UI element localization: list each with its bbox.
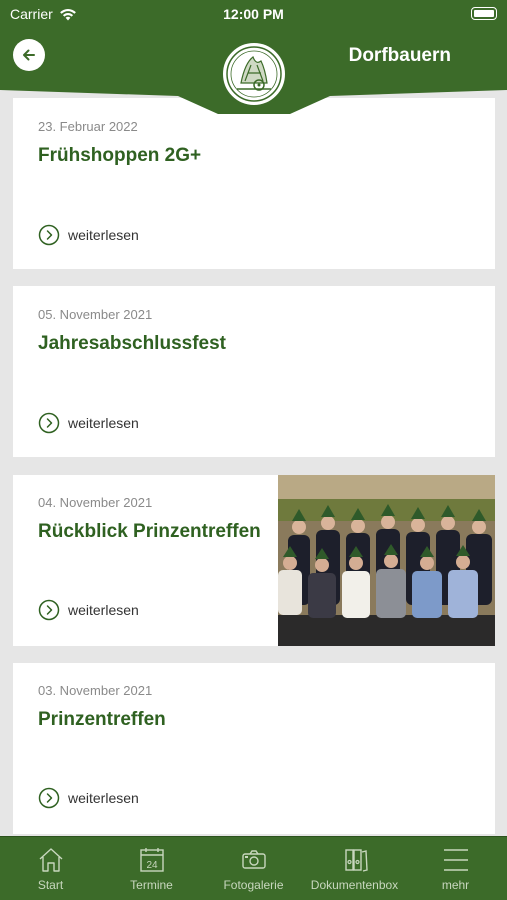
chevron-right-circle-icon: [38, 224, 60, 246]
tab-label: Dokumentenbox: [310, 878, 399, 892]
post-title[interactable]: Frühshoppen 2G+: [38, 145, 201, 167]
status-bar: Carrier 12:00 PM: [0, 0, 507, 28]
tab-start[interactable]: Start: [0, 837, 101, 900]
read-more-link[interactable]: weiterlesen: [38, 412, 139, 434]
arrow-left-icon: [23, 49, 35, 61]
bottom-tab-bar: Start 24 Termine Fotogalerie Dokumentenb…: [0, 836, 507, 900]
news-card[interactable]: 05. November 2021 Jahresabschlussfest we…: [13, 286, 495, 457]
chevron-right-circle-icon: [38, 599, 60, 621]
tab-label: Start: [37, 878, 64, 892]
logo-emblem: [226, 46, 282, 102]
read-more-link[interactable]: weiterlesen: [38, 787, 139, 809]
read-more-link[interactable]: weiterlesen: [38, 599, 139, 621]
menu-icon: [443, 849, 468, 871]
back-button[interactable]: [13, 39, 45, 71]
calendar-icon: 24: [139, 848, 164, 872]
tab-label: Termine: [130, 878, 173, 892]
club-logo: [220, 40, 288, 108]
clock: 12:00 PM: [223, 6, 284, 22]
read-more-link[interactable]: weiterlesen: [38, 224, 139, 246]
post-date: 04. November 2021: [38, 495, 153, 510]
tab-termine[interactable]: 24 Termine: [101, 837, 202, 900]
news-card[interactable]: 03. November 2021 Prinzentreffen weiterl…: [13, 663, 495, 834]
tab-label: Fotogalerie: [223, 878, 284, 892]
home-icon: [39, 848, 62, 872]
post-photo[interactable]: [278, 475, 495, 646]
read-more-label: weiterlesen: [68, 790, 139, 806]
chevron-right-circle-icon: [38, 787, 60, 809]
tab-mehr[interactable]: mehr: [405, 837, 506, 900]
tab-label: mehr: [441, 878, 470, 892]
page-title: Dorfbauern: [348, 45, 451, 66]
post-date: 23. Februar 2022: [38, 119, 138, 134]
post-date: 03. November 2021: [38, 683, 153, 698]
chevron-right-circle-icon: [38, 412, 60, 434]
post-title[interactable]: Rückblick Prinzentreffen: [38, 521, 261, 543]
news-card[interactable]: 23. Februar 2022 Frühshoppen 2G+ weiterl…: [13, 98, 495, 269]
calendar-day: 24: [146, 860, 158, 871]
news-card[interactable]: 04. November 2021 Rückblick Prinzentreff…: [13, 475, 495, 646]
post-title[interactable]: Prinzentreffen: [38, 709, 166, 731]
battery-icon: [471, 7, 497, 20]
post-title[interactable]: Jahresabschlussfest: [38, 333, 226, 355]
read-more-label: weiterlesen: [68, 227, 139, 243]
news-feed[interactable]: 23. Februar 2022 Frühshoppen 2G+ weiterl…: [0, 86, 507, 836]
camera-icon: [241, 850, 266, 869]
tab-dokumentenbox[interactable]: Dokumentenbox: [304, 837, 405, 900]
read-more-label: weiterlesen: [68, 602, 139, 618]
post-date: 05. November 2021: [38, 307, 153, 322]
binders-icon: [344, 849, 368, 872]
tab-fotogalerie[interactable]: Fotogalerie: [203, 837, 304, 900]
read-more-label: weiterlesen: [68, 415, 139, 431]
